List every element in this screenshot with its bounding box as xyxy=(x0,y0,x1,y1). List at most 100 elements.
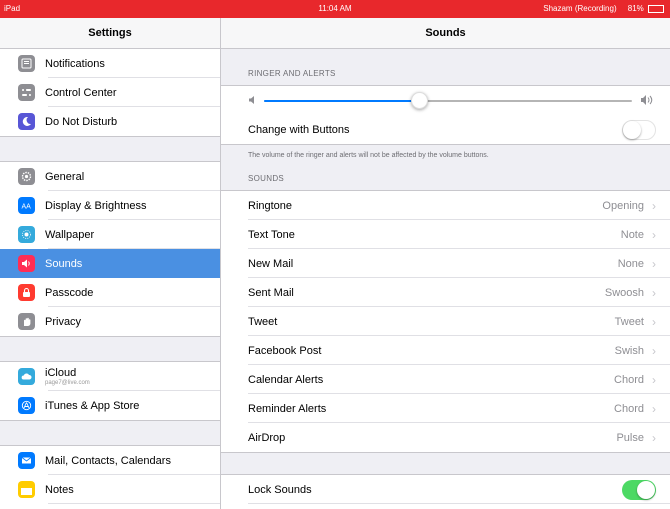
sidebar-item-label: Mail, Contacts, Calendars xyxy=(45,454,171,467)
sound-row-value: Pulse xyxy=(616,431,644,444)
chevron-right-icon: › xyxy=(652,256,656,271)
sidebar: Settings Notifications Control Center Do N… xyxy=(0,18,221,509)
keyboard-clicks-row xyxy=(221,504,670,509)
control-center-icon xyxy=(18,84,35,101)
notes-icon xyxy=(18,481,35,498)
sound-row-value: Swoosh xyxy=(604,286,644,299)
chevron-right-icon: › xyxy=(652,314,656,329)
battery-icon xyxy=(648,4,664,13)
sidebar-item-notes[interactable]: Notes xyxy=(0,475,220,504)
sidebar-group: iCloud page7@live.com iTunes & App Store xyxy=(0,361,220,421)
sidebar-item-sublabel: page7@live.com xyxy=(45,380,90,386)
sidebar-item-notifications[interactable]: Notifications xyxy=(0,49,220,78)
lock-icon xyxy=(18,284,35,301)
chevron-right-icon: › xyxy=(652,343,656,358)
sound-row-label: Ringtone xyxy=(248,199,293,212)
mail-icon xyxy=(18,452,35,469)
sounds-section-title: SOUNDS xyxy=(248,174,285,183)
lock-sounds-toggle[interactable] xyxy=(622,479,656,500)
chevron-right-icon: › xyxy=(652,227,656,242)
sound-row-value: Opening xyxy=(602,199,644,212)
sidebar-item-label: Display & Brightness xyxy=(45,199,147,212)
sound-row-value: None xyxy=(617,257,644,270)
chevron-right-icon: › xyxy=(652,430,656,445)
sidebar-item-icloud[interactable]: iCloud page7@live.com xyxy=(0,362,220,391)
sound-row-label: Sent Mail xyxy=(248,286,294,299)
ringer-volume-row xyxy=(221,86,670,115)
sidebar-group: Mail, Contacts, Calendars Notes Reminders xyxy=(0,445,220,509)
sound-row-sent-mail[interactable]: Sent Mail Swoosh › xyxy=(221,278,670,307)
ringer-group: Change with Buttons xyxy=(221,85,670,145)
sidebar-item-label: iTunes & App Store xyxy=(45,399,140,412)
change-with-buttons-toggle[interactable] xyxy=(622,119,656,140)
gear-icon xyxy=(18,168,35,185)
sound-row-value: Chord xyxy=(614,373,644,386)
sidebar-item-label: Sounds xyxy=(45,257,83,270)
page-title: Sounds xyxy=(221,18,670,49)
sounds-pane: Sounds RINGER AND ALERTS Change with But… xyxy=(221,18,670,509)
sound-row-value: Note xyxy=(620,228,644,241)
recording-indicator: Shazam (Recording) xyxy=(543,4,617,13)
sidebar-item-control-center[interactable]: Control Center xyxy=(0,78,220,107)
sidebar-item-label: General xyxy=(45,170,85,183)
change-with-buttons-row: Change with Buttons xyxy=(221,115,670,144)
sound-row-value: Chord xyxy=(614,402,644,415)
sidebar-item-display-brightness[interactable]: AA Display & Brightness xyxy=(0,191,220,220)
chevron-right-icon: › xyxy=(652,285,656,300)
sound-row-text-tone[interactable]: Text Tone Note › xyxy=(221,220,670,249)
sound-row-reminder-alerts[interactable]: Reminder Alerts Chord › xyxy=(221,394,670,423)
chevron-right-icon: › xyxy=(652,372,656,387)
sidebar-item-reminders[interactable]: Reminders xyxy=(0,504,220,509)
volume-slider[interactable] xyxy=(264,92,632,109)
sound-row-label: AirDrop xyxy=(248,431,286,444)
sound-row-tweet[interactable]: Tweet Tweet › xyxy=(221,307,670,336)
sound-row-new-mail[interactable]: New Mail None › xyxy=(221,249,670,278)
sidebar-item-privacy[interactable]: Privacy xyxy=(0,307,220,336)
moon-icon xyxy=(18,113,35,130)
sidebar-item-label: Privacy xyxy=(45,315,82,328)
sound-row-value: Tweet xyxy=(614,315,644,328)
sound-row-label: Calendar Alerts xyxy=(248,373,324,386)
sidebar-item-passcode[interactable]: Passcode xyxy=(0,278,220,307)
volume-slider-knob[interactable] xyxy=(410,92,428,109)
sound-row-facebook-post[interactable]: Facebook Post Swish › xyxy=(221,336,670,365)
wallpaper-icon xyxy=(18,226,35,243)
sidebar-group: General AA Display & Brightness Wallpaper So… xyxy=(0,161,220,337)
volume-footnote: The volume of the ringer and alerts will… xyxy=(248,152,489,159)
sounds-group: Ringtone Opening › Text Tone Note › New Mail No… xyxy=(221,190,670,453)
sidebar-title: Settings xyxy=(0,18,220,49)
status-right: Shazam (Recording) 81% xyxy=(543,4,664,13)
sidebar-item-general[interactable]: General xyxy=(0,162,220,191)
chevron-right-icon: › xyxy=(652,401,656,416)
sidebar-item-wallpaper[interactable]: Wallpaper xyxy=(0,220,220,249)
change-with-buttons-label: Change with Buttons xyxy=(248,123,350,136)
svg-text:AA: AA xyxy=(22,204,32,211)
cloud-icon xyxy=(18,368,35,385)
sidebar-item-mail-contacts-calendars[interactable]: Mail, Contacts, Calendars xyxy=(0,446,220,475)
sidebar-group: Notifications Control Center Do Not Distur… xyxy=(0,49,220,137)
ringer-section-title: RINGER AND ALERTS xyxy=(248,69,336,78)
sidebar-item-label: Notifications xyxy=(45,57,105,70)
app-store-icon xyxy=(18,397,35,414)
sound-row-label: Tweet xyxy=(248,315,278,328)
volume-slider-fill xyxy=(264,100,419,102)
sound-row-label: Reminder Alerts xyxy=(248,402,327,415)
sound-row-airdrop[interactable]: AirDrop Pulse › xyxy=(221,423,670,452)
sidebar-item-label: Wallpaper xyxy=(45,228,95,241)
sidebar-item-do-not-disturb[interactable]: Do Not Disturb xyxy=(0,107,220,136)
sidebar-item-label: Control Center xyxy=(45,86,117,99)
notifications-icon xyxy=(18,55,35,72)
sidebar-item-itunes-app-store[interactable]: iTunes & App Store xyxy=(0,391,220,420)
battery-percent: 81% xyxy=(627,4,644,13)
sound-row-value: Swish xyxy=(614,344,644,357)
sound-row-calendar-alerts[interactable]: Calendar Alerts Chord › xyxy=(221,365,670,394)
sound-row-ringtone[interactable]: Ringtone Opening › xyxy=(221,191,670,220)
sound-row-label: Facebook Post xyxy=(248,344,322,357)
lock-sounds-label: Lock Sounds xyxy=(248,483,312,496)
lock-sounds-row: Lock Sounds xyxy=(221,475,670,504)
sidebar-groups: Notifications Control Center Do Not Distur… xyxy=(0,49,220,509)
sidebar-item-sounds[interactable]: Sounds xyxy=(0,249,220,278)
